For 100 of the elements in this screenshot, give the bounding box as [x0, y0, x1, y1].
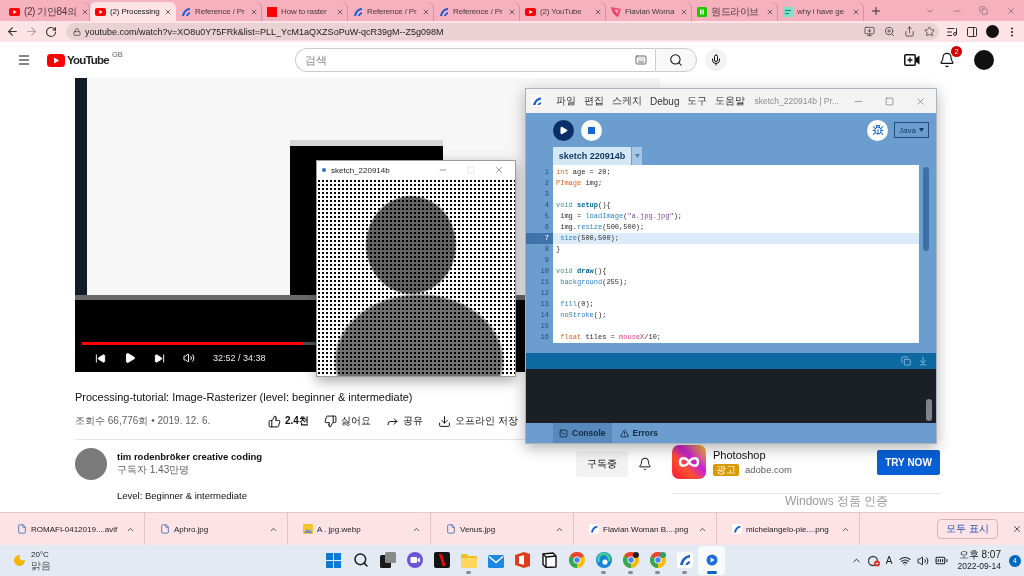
side-panel-icon[interactable]	[966, 25, 978, 38]
back-icon[interactable]	[6, 25, 19, 38]
download-item[interactable]: michelangelo-pie....png	[717, 513, 860, 545]
close-icon[interactable]	[164, 7, 172, 16]
caret-icon	[634, 154, 640, 158]
browser-tab[interactable]: (2) YouTube	[520, 2, 606, 21]
browser-tab[interactable]: Reference / Pr	[434, 2, 520, 21]
try-now-button[interactable]: TRY NOW	[877, 449, 940, 475]
share-icon[interactable]	[903, 26, 915, 37]
new-tab-icon[interactable]	[870, 4, 882, 17]
close-icon[interactable]	[508, 7, 516, 16]
network-alert-icon[interactable]	[867, 554, 880, 567]
swirl-tile-icon[interactable]	[672, 445, 706, 479]
menu-item[interactable]: 편집	[584, 94, 604, 108]
play-logo-icon	[95, 7, 106, 16]
clear-icon[interactable]	[918, 356, 928, 366]
search-field[interactable]: 검색	[295, 48, 635, 72]
close-icon[interactable]	[594, 7, 602, 16]
scrollbar-thumb[interactable]	[923, 167, 929, 251]
close-icon[interactable]	[250, 7, 258, 16]
download-item[interactable]: Flavian Woman B....png	[574, 513, 717, 545]
browser-tab[interactable]: (2) 기안84의	[4, 2, 90, 21]
console-tab[interactable]: Console	[553, 423, 612, 443]
download-icon	[437, 414, 451, 428]
subscribed-button[interactable]: 구독중	[576, 451, 628, 477]
menu-item[interactable]: 스케치	[612, 94, 642, 108]
download-item[interactable]: Aphro.jpg	[145, 513, 288, 545]
battery-icon[interactable]	[934, 554, 948, 567]
bell-icon[interactable]	[638, 457, 652, 471]
close-icon[interactable]	[1012, 524, 1022, 534]
search-button[interactable]	[655, 48, 697, 72]
zoom-icon[interactable]	[883, 26, 895, 37]
browser-tab[interactable]: (2) Processing	[90, 2, 176, 21]
video-camera-plus-icon[interactable]	[904, 54, 920, 66]
download-item[interactable]: ROMAFI-0412019....avif	[2, 513, 145, 545]
close-icon[interactable]	[80, 7, 89, 16]
like-button[interactable]: 2.4천	[268, 414, 309, 428]
previous-icon[interactable]	[95, 352, 106, 364]
avatar-placeholder[interactable]	[974, 50, 994, 70]
avatar-placeholder[interactable]	[985, 25, 999, 38]
download-button[interactable]: 오프라인 저장	[437, 414, 518, 428]
close-icon[interactable]	[336, 7, 344, 16]
volume-icon[interactable]	[183, 352, 195, 364]
browser-tab[interactable]: Reference / Pr	[348, 2, 434, 21]
address-field[interactable]: youtube.com/watch?v=XO8u0Y75FRk&list=PLL_YcM1aQXZSoPuW-qcR39gM--Z5g098M	[66, 23, 939, 40]
wheel-logo-icon	[568, 552, 585, 568]
browser-tab[interactable]: How to raster	[262, 2, 348, 21]
tab-menu-button[interactable]	[632, 147, 642, 165]
clock-date[interactable]: 2022-09-14	[957, 561, 1001, 572]
run-button[interactable]	[553, 119, 574, 141]
caret-icon	[919, 128, 924, 132]
play-logo-icon[interactable]	[47, 53, 65, 67]
close-icon[interactable]	[852, 7, 860, 16]
download-item[interactable]: Venus.jpg	[431, 513, 574, 545]
picture-file-icon	[303, 524, 313, 534]
browser-tab[interactable]: Reference / Pr	[176, 2, 262, 21]
menu-item[interactable]: 도구	[687, 94, 708, 108]
scrollbar-thumb[interactable]	[926, 399, 932, 421]
show-all-button[interactable]: 모두 표시	[937, 519, 998, 539]
voice-search-button[interactable]	[705, 49, 727, 71]
close-icon[interactable]	[680, 7, 688, 16]
menu-item[interactable]: Debug	[650, 95, 680, 107]
console-tab[interactable]: Errors	[613, 423, 665, 443]
menu-item[interactable]: 파일	[556, 94, 576, 108]
logo-wordmark[interactable]: YouTube	[67, 54, 109, 66]
menu-item[interactable]: 도움말	[715, 94, 746, 108]
close-icon[interactable]	[494, 165, 504, 175]
thumbs-down-icon	[323, 414, 337, 428]
share-button[interactable]: 공유	[385, 414, 423, 428]
bell-icon[interactable]	[939, 52, 955, 68]
close-icon[interactable]	[766, 7, 774, 16]
folder-icon	[460, 554, 477, 568]
channel-name[interactable]: tim rodenbröker creative coding	[117, 451, 263, 462]
media-controls-icon[interactable]	[946, 25, 958, 38]
swoosh-icon	[676, 552, 693, 568]
browser-tab[interactable]: Flavian Woma	[606, 2, 692, 21]
close-icon[interactable]	[422, 7, 430, 16]
wifi-icon[interactable]	[898, 554, 911, 567]
install-icon[interactable]	[863, 26, 875, 37]
file-icon	[446, 524, 456, 534]
next-icon[interactable]	[154, 352, 165, 364]
speaker-icon[interactable]	[916, 554, 929, 567]
browser-tab[interactable]: 원드라이브	[692, 2, 778, 21]
ribbon-tile-icon	[433, 552, 450, 568]
input-mode-indicator[interactable]: A	[885, 555, 893, 566]
clock-time[interactable]: 오후 8:07	[958, 549, 1001, 561]
debug-button[interactable]	[867, 119, 889, 141]
dislike-button[interactable]: 싫어요	[323, 414, 371, 428]
view-stats: 조회수 66,776회 • 2019. 12. 6.	[75, 414, 212, 428]
video-chat-icon	[406, 552, 423, 568]
bookmark-star-icon[interactable]	[923, 26, 935, 37]
stop-button[interactable]	[581, 119, 602, 141]
editor-tab[interactable]: sketch 220914b	[553, 147, 631, 165]
download-item[interactable]: A . jpg.webp	[288, 513, 431, 545]
mode-selector[interactable]: Java	[894, 122, 929, 138]
reload-icon[interactable]	[44, 25, 57, 38]
browser-tab[interactable]: why i have ge	[778, 2, 864, 21]
play-icon[interactable]	[124, 352, 136, 364]
window-title: sketch_220914b	[331, 165, 390, 175]
copy-icon[interactable]	[901, 356, 911, 366]
